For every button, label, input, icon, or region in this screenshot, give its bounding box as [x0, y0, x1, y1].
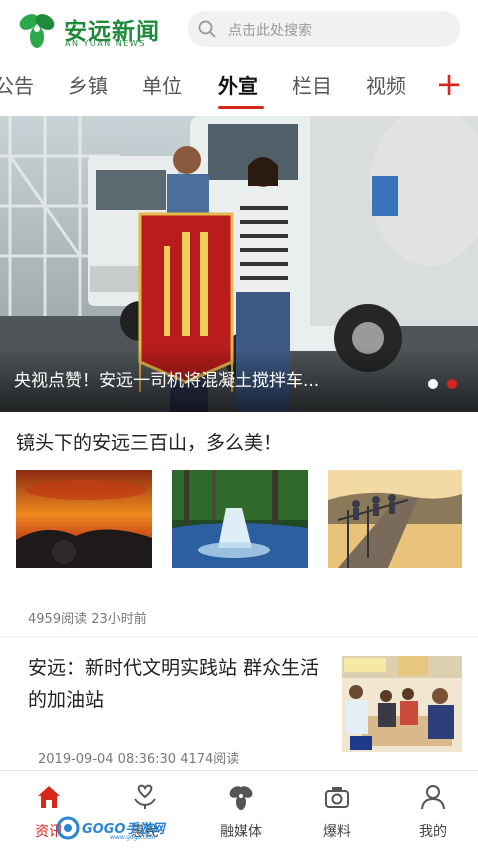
- watermark-subtext: www.gogo.com: [110, 834, 156, 841]
- news-thumbnail[interactable]: [342, 656, 462, 752]
- gallery-photo-2: [172, 470, 308, 568]
- logo-subtitle: AN YUAN NEWS: [65, 39, 146, 48]
- banner-carousel[interactable]: 央视点赞！安远一司机将混凝土搅拌车...: [0, 116, 478, 412]
- nav-label-media: 融媒体: [220, 824, 262, 840]
- nav-mine[interactable]: 我的: [393, 779, 473, 845]
- category-tabs: 公告 乡镇 单位 外宣 栏目 视频 +: [0, 58, 478, 112]
- tab-announcements[interactable]: 公告: [0, 70, 34, 99]
- search-input[interactable]: 点击此处搜索: [188, 11, 460, 47]
- tab-columns[interactable]: 栏目: [292, 70, 332, 99]
- app-header: 安远新闻 AN YUAN NEWS 点击此处搜索: [0, 0, 478, 58]
- banner-caption[interactable]: 央视点赞！安远一司机将混凝土搅拌车...: [14, 366, 319, 391]
- watermark-logo-icon: [56, 816, 80, 840]
- active-tab-indicator: [218, 106, 264, 109]
- gallery-title[interactable]: 镜头下的安远三百山，多么美！: [16, 428, 282, 455]
- media-icon: [229, 786, 253, 810]
- list-divider: [0, 636, 478, 637]
- gallery-photo-1: [16, 470, 152, 568]
- user-icon: [421, 785, 445, 810]
- carousel-dot-1[interactable]: [428, 379, 438, 389]
- tabs-fade: [400, 58, 432, 112]
- nav-label-report: 爆料: [323, 824, 351, 840]
- carousel-dot-2-active[interactable]: [447, 379, 457, 389]
- news-title[interactable]: 安远：新时代文明实践站 群众生活的加油站: [28, 652, 328, 716]
- tab-towns[interactable]: 乡镇: [68, 70, 108, 99]
- nav-report[interactable]: 爆料: [297, 779, 377, 845]
- gallery-image-waterfall[interactable]: [172, 470, 308, 568]
- nav-media[interactable]: 融媒体: [201, 779, 281, 845]
- app-logo: 安远新闻 AN YUAN NEWS: [16, 8, 176, 52]
- news-meta: 2019-09-04 08:36:30 4174阅读: [38, 752, 240, 767]
- heart-hand-icon: [134, 784, 156, 809]
- gallery-image-sunset[interactable]: [16, 470, 152, 568]
- gallery-meta: 4959阅读 23小时前: [28, 612, 147, 627]
- tab-external-publicity[interactable]: 外宣: [218, 70, 258, 99]
- home-icon: [38, 786, 60, 808]
- logo-mark-icon: [19, 14, 55, 48]
- add-tab-button[interactable]: +: [432, 64, 466, 104]
- tab-units[interactable]: 单位: [142, 70, 182, 99]
- news-photo: [342, 656, 462, 752]
- nav-label-mine: 我的: [419, 824, 447, 840]
- search-icon: [198, 20, 216, 38]
- watermark: GOGO手游网 www.gogo.com: [56, 812, 166, 842]
- gallery-photo-3: [328, 470, 462, 568]
- camera-icon: [325, 787, 349, 808]
- search-placeholder: 点击此处搜索: [228, 23, 312, 39]
- gallery-image-boardwalk[interactable]: [328, 470, 462, 568]
